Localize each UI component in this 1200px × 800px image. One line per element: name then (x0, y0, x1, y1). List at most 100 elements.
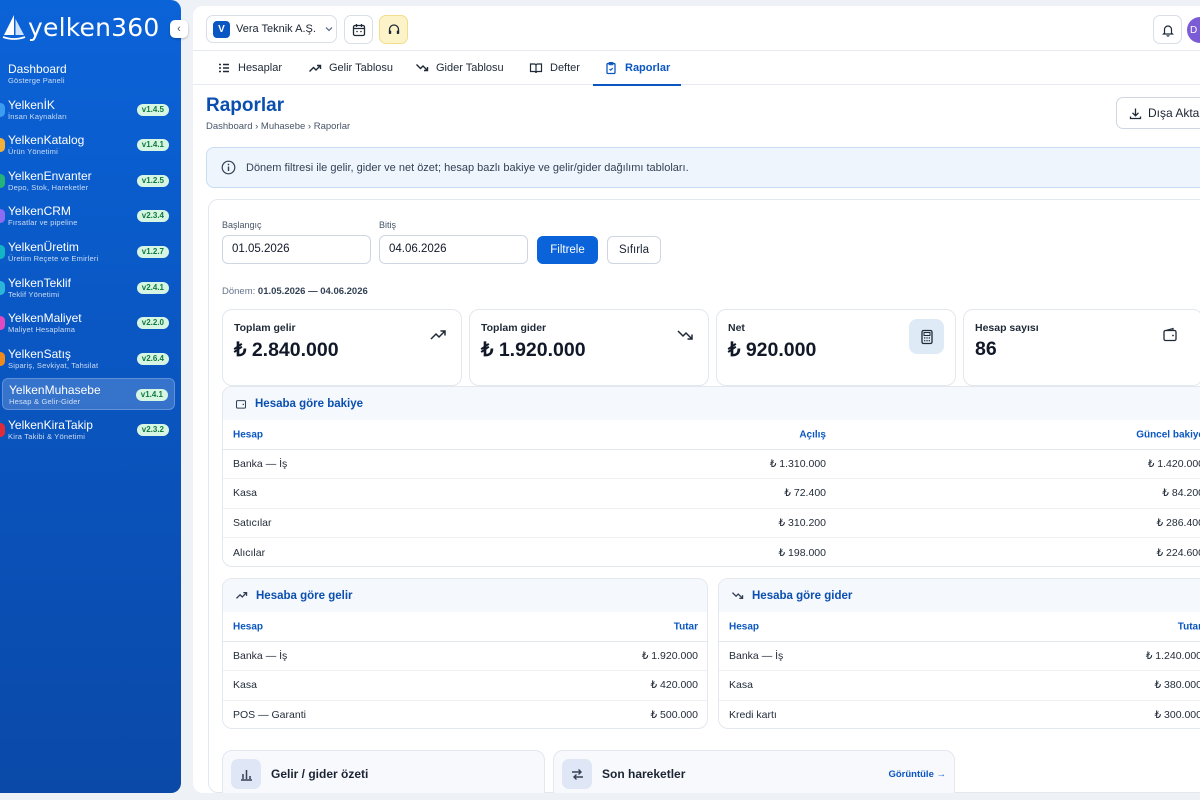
summary-card[interactable]: Gelir / gider özeti (222, 750, 545, 793)
clipboard-icon (606, 61, 616, 75)
sidebar-item-yelkenenvanter[interactable]: YelkenEnvanter Depo, Stok, Hareketler v1.2… (0, 165, 175, 197)
version-badge: v2.2.0 (136, 317, 169, 330)
opening-value: ₺ 310.200 (778, 516, 826, 529)
stat-card-net: Net ₺ 920.000 (716, 309, 956, 386)
tab-label: Gider Tablosu (436, 62, 504, 74)
version-badge: v1.4.1 (135, 389, 168, 402)
user-avatar[interactable]: D (1187, 17, 1200, 43)
tab-gider-tablosu[interactable]: Gider Tablosu (415, 51, 504, 85)
period-value: 01.05.2026 — 04.06.2026 (257, 286, 368, 297)
trend-down-icon (677, 330, 693, 340)
notifications-button[interactable] (1153, 15, 1182, 44)
col-account: Hesap (233, 429, 264, 440)
start-date-label: Başlangıç (222, 220, 262, 230)
tab-raporlar[interactable]: Raporlar (592, 51, 682, 86)
sidebar-item-yelkensat-[interactable]: YelkenSatış Sipariş, Sevkiyat, Tahsilat v2… (0, 343, 175, 375)
end-date-input[interactable]: 04.06.2026 (379, 235, 528, 264)
amount-value: ₺ 380.000 (1154, 679, 1200, 692)
account-name: Satıcılar (233, 516, 272, 529)
period-prefix: Dönem: (222, 286, 256, 297)
headset-icon (388, 23, 399, 34)
col-account: Hesap (729, 621, 760, 632)
recent-transactions-card: Son hareketler Görüntüle → (553, 750, 955, 793)
sidebar-item-dashboard[interactable]: Dashboard Gösterge Paneli (2, 58, 175, 90)
current-value: ₺ 286.400 (1156, 516, 1200, 529)
sidebar-item-label: Dashboard (8, 62, 67, 76)
sidebar-item-sublabel: Gösterge Paneli (8, 76, 65, 85)
expense-panel-title: Hesaba göre gider (752, 589, 853, 602)
sidebar-collapse-button[interactable]: ‹ (170, 20, 188, 38)
calendar-icon (352, 23, 365, 36)
sidebar-item-yelkencrm[interactable]: YelkenCRM Fırsatlar ve pipeline v2.3.4 (0, 200, 175, 232)
status-dot (0, 351, 5, 366)
tab-label: Hesaplar (238, 62, 283, 74)
chevron-left-icon: ‹ (177, 23, 181, 35)
status-dot (0, 67, 5, 81)
reset-button[interactable]: Sıfırla (607, 236, 661, 264)
summary-card-title: Gelir / gider özeti (271, 767, 369, 781)
current-value: ₺ 1.420.000 (1147, 458, 1200, 471)
tab-hesaplar[interactable]: Hesaplar (217, 51, 282, 85)
account-name: Kasa (729, 679, 753, 692)
calendar-button[interactable] (344, 15, 373, 44)
report-tabs: Hesaplar Gelir Tablosu Gider Tablosu Defter… (193, 51, 1200, 86)
sidebar-item-yelkenteklif[interactable]: YelkenTeklif Teklif Yönetimi v2.4.1 (0, 272, 175, 304)
version-badge: v2.6.4 (136, 352, 169, 365)
company-selector[interactable]: V Vera Teknik A.Ş. (206, 15, 337, 43)
version-badge: v2.3.2 (136, 423, 169, 436)
table-row: Alıcılar ₺ 198.000 ₺ 224.600 (223, 538, 1200, 566)
amount-value: ₺ 300.000 (1154, 709, 1200, 722)
stat-card-income: Toplam gelir ₺ 2.840.000 (222, 309, 462, 386)
status-dot (0, 102, 5, 117)
table-row: Banka — İş ₺ 1.240.000 (719, 642, 1200, 672)
sidebar-item-yelkeni-k[interactable]: YelkenİK İnsan Kaynakları v1.4.5 (0, 94, 175, 126)
amount-value: ₺ 1.240.000 (1145, 650, 1200, 663)
version-badge: v2.4.1 (136, 281, 169, 294)
info-text: Dönem filtresi ile gelir, gider ve net ö… (246, 161, 689, 174)
col-current: Güncel bakiye (1136, 429, 1200, 440)
export-label: Dışa Akta (1148, 106, 1200, 120)
balance-table-body: Banka — İş ₺ 1.310.000 ₺ 1.420.000 Kasa ₺ 72… (223, 450, 1200, 566)
support-button[interactable] (379, 15, 408, 44)
account-name: Alıcılar (233, 546, 266, 559)
stat-value: 86 (975, 338, 997, 360)
chevron-down-icon (325, 27, 333, 32)
main-content: V Vera Teknik A.Ş. D Hesaplar Gelir Tablo… (193, 6, 1200, 793)
expense-panel-header: Hesaba göre gider (719, 579, 1200, 612)
start-date-input[interactable]: 01.05.2026 (222, 235, 371, 264)
current-value: ₺ 84.200 (1162, 487, 1200, 500)
stat-card-accounts: Hesap sayısı 86 (963, 309, 1200, 386)
version-badge: v1.2.7 (136, 245, 169, 258)
opening-value: ₺ 198.000 (778, 546, 826, 559)
sidebar-item-yelkenmuhasebe[interactable]: YelkenMuhasebe Hesap & Gelir-Gider v1.4.1 (2, 378, 175, 411)
trend-down-icon (416, 64, 429, 72)
sidebar-item-yelken-retim[interactable]: YelkenÜretim Üretim Reçete ve Emirleri v1.… (0, 236, 175, 268)
table-row: Satıcılar ₺ 310.200 ₺ 286.400 (223, 509, 1200, 538)
filter-button[interactable]: Filtrele (537, 236, 598, 264)
col-amount: Tutar (1177, 621, 1200, 632)
amount-value: ₺ 420.000 (650, 679, 698, 692)
table-row: Kasa ₺ 380.000 (719, 671, 1200, 701)
tab-gelir-tablosu[interactable]: Gelir Tablosu (308, 51, 393, 85)
account-name: Banka — İş (233, 650, 288, 663)
stat-label: Hesap sayısı (975, 322, 1039, 334)
stat-label: Net (728, 322, 745, 334)
table-row: Kasa ₺ 72.400 ₺ 84.200 (223, 479, 1200, 509)
tab-defter[interactable]: Defter (529, 51, 580, 85)
sidebar-item-yelkenkiratakip[interactable]: YelkenKiraTakip Kira Takibi & Yönetimi v2.… (0, 414, 175, 446)
current-value: ₺ 224.600 (1156, 546, 1200, 559)
table-row: Kasa ₺ 420.000 (223, 671, 707, 701)
opening-value: ₺ 72.400 (784, 487, 826, 500)
export-button[interactable]: Dışa Akta (1116, 97, 1200, 129)
sidebar-item-yelkenkatalog[interactable]: YelkenKatalog Ürün Yönetimi v1.4.1 (0, 129, 175, 161)
table-row: Banka — İş ₺ 1.920.000 (223, 642, 707, 672)
status-dot (0, 209, 5, 224)
status-dot (0, 173, 5, 188)
sidebar-item-yelkenmaliyet[interactable]: YelkenMaliyet Maliyet Hesaplama v2.2.0 (0, 307, 175, 339)
amount-value: ₺ 500.000 (650, 709, 698, 722)
stat-value: ₺ 920.000 (728, 339, 817, 361)
account-name: Banka — İş (233, 458, 288, 471)
logo[interactable]: yelken360 (2, 10, 159, 44)
trend-up-icon (235, 591, 248, 599)
view-link[interactable]: Görüntüle → (888, 769, 946, 780)
